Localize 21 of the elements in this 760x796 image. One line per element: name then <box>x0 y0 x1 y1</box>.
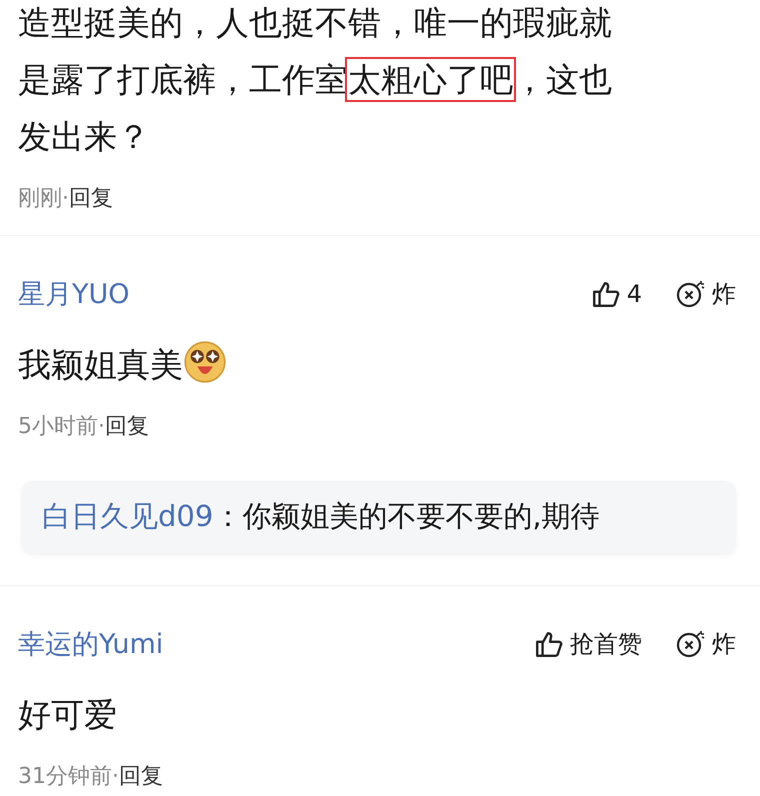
comment-text: 我颖姐真美 <box>18 345 183 384</box>
comment-text: 好可爱 <box>18 695 117 734</box>
thumbs-up-icon <box>534 629 564 659</box>
bomb-icon <box>676 279 706 309</box>
like-button[interactable]: 抢首赞 <box>534 628 642 660</box>
bomb-icon <box>676 629 706 659</box>
reply-link[interactable]: 回复 <box>119 764 163 789</box>
bomb-button[interactable]: 炸 <box>676 628 736 660</box>
bomb-button[interactable]: 炸 <box>676 278 736 310</box>
timestamp: 5小时前· <box>18 414 105 439</box>
reply-text: ：你颖姐美的不要不要的,期待 <box>213 499 600 533</box>
timestamp: 31分钟前· <box>18 764 119 789</box>
thumbs-up-icon <box>590 279 621 309</box>
reply-link[interactable]: 回复 <box>69 186 113 211</box>
reply-link[interactable]: 回复 <box>105 414 149 439</box>
like-button[interactable]: 4 <box>590 278 642 310</box>
username[interactable]: 幸运的Yumi <box>18 626 164 662</box>
username[interactable]: 白日久见d09 <box>42 499 214 533</box>
timestamp: 刚刚· <box>18 186 69 211</box>
comment-text: 造型挺美的，人也挺不错，唯一的瑕疵就是露了打底裤，工作室太粗心了吧，这也发出来？ <box>18 2 613 158</box>
username[interactable]: 星月YUO <box>18 276 130 312</box>
